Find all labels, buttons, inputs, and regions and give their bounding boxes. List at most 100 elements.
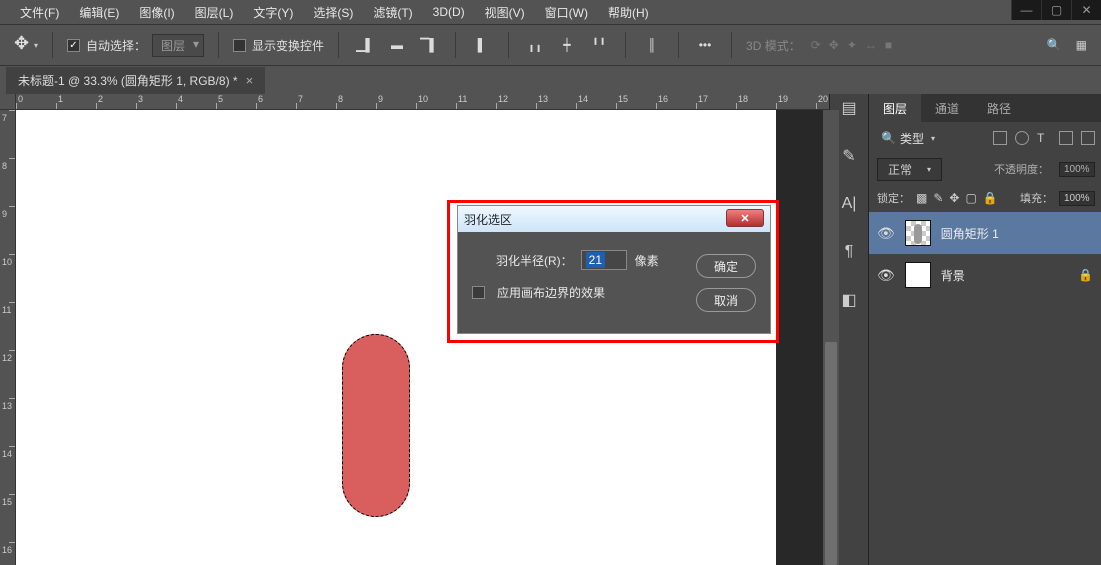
menu-3d[interactable]: 3D(D) [423, 1, 475, 23]
align-vcenter-icon[interactable]: ▬ [385, 33, 409, 57]
menu-file[interactable]: 文件(F) [10, 0, 69, 25]
selection-marquee [342, 334, 410, 517]
layer-row[interactable]: 👁 圆角矩形 1 [869, 212, 1101, 254]
distribute-top-icon[interactable]: ╻╻ [523, 33, 547, 57]
window-controls: — ▢ ✕ [1011, 0, 1101, 20]
lock-artboard-icon[interactable]: ▢ [965, 191, 976, 205]
3d-panel-icon[interactable]: ◧ [837, 290, 861, 310]
document-tab-title: 未标题-1 @ 33.3% (圆角矩形 1, RGB/8) * [18, 72, 238, 89]
layer-thumbnail[interactable] [905, 220, 931, 246]
menu-edit[interactable]: 编辑(E) [69, 0, 129, 25]
visibility-icon[interactable]: 👁 [877, 267, 895, 284]
ok-button[interactable]: 确定 [696, 254, 756, 278]
blend-row: 正常 ▾ 不透明度： 100% [869, 154, 1101, 184]
ruler-vertical: 78910111213141516 [0, 110, 16, 565]
history-panel-icon[interactable]: ▤ [837, 98, 861, 118]
3d-orbit-icon[interactable]: ⟳ [811, 38, 821, 52]
menu-image[interactable]: 图像(I) [129, 0, 184, 25]
lock-move-icon[interactable]: ✥ [949, 191, 959, 205]
blend-mode-dropdown[interactable]: 正常 ▾ [877, 158, 942, 181]
auto-select-label: 自动选择： [86, 37, 146, 54]
radius-label: 羽化半径(R)： [496, 252, 573, 269]
apply-canvas-effect-checkbox[interactable] [472, 286, 485, 299]
menu-filter[interactable]: 滤镜(T) [363, 0, 422, 25]
show-transform-checkbox[interactable] [233, 39, 246, 52]
align-group-1: ▁▌ ▬ ▔▌ [353, 33, 441, 57]
filter-adjust-icon[interactable] [1015, 131, 1029, 145]
close-window-button[interactable]: ✕ [1071, 0, 1101, 20]
document-tab[interactable]: 未标题-1 @ 33.3% (圆角矩形 1, RGB/8) * × [6, 67, 265, 94]
opacity-value[interactable]: 100% [1059, 162, 1093, 177]
lock-brush-icon[interactable]: ✎ [933, 191, 943, 205]
maximize-button[interactable]: ▢ [1041, 0, 1071, 20]
ruler-horizontal: 0123456789101112131415161718192021 [16, 94, 829, 110]
cancel-button[interactable]: 取消 [696, 288, 756, 312]
fill-value[interactable]: 100% [1059, 191, 1093, 206]
filter-type-icon[interactable]: T [1037, 131, 1051, 145]
mode3d-label: 3D 模式： [746, 37, 801, 54]
align-bottom-icon[interactable]: ▔▌ [417, 33, 441, 57]
radius-input[interactable]: 21 [581, 250, 627, 270]
menu-type[interactable]: 文字(Y) [243, 0, 303, 25]
filter-shape-icon[interactable] [1059, 131, 1073, 145]
visibility-icon[interactable]: 👁 [877, 225, 895, 242]
char-panel-icon[interactable]: A| [837, 194, 861, 214]
distribute-vcenter-icon[interactable]: ┿ [555, 33, 579, 57]
tab-paths[interactable]: 路径 [973, 94, 1025, 122]
show-transform-group: 显示变换控件 [233, 37, 324, 54]
move-tool-icon[interactable]: ▾ [14, 33, 38, 57]
dialog-title: 羽化选区 [464, 211, 512, 228]
menu-select[interactable]: 选择(S) [303, 0, 363, 25]
lock-row: 锁定： ▩ ✎ ✥ ▢ 🔒 填充： 100% [869, 184, 1101, 212]
auto-select-target-dropdown[interactable]: 图层 [152, 34, 204, 57]
lock-icon: 🔒 [1078, 268, 1093, 282]
auto-select-group: 自动选择： 图层 [67, 34, 204, 57]
dialog-titlebar[interactable]: 羽化选区 ✕ [458, 206, 770, 232]
panel-tabs: 图层 通道 路径 [869, 94, 1101, 122]
layer-name: 圆角矩形 1 [941, 225, 999, 242]
layer-filter-type[interactable]: 🔍 类型 ▾ [875, 128, 941, 149]
workspace-icon[interactable]: ▦ [1076, 38, 1087, 52]
vertical-scrollbar[interactable] [823, 110, 839, 565]
chevron-down-icon: ▾ [927, 165, 931, 174]
align-left-icon[interactable]: ▌ [470, 33, 494, 57]
scrollbar-thumb[interactable] [825, 342, 837, 565]
menu-window[interactable]: 窗口(W) [535, 0, 598, 25]
dialog-close-button[interactable]: ✕ [726, 209, 764, 227]
filter-pixel-icon[interactable] [993, 131, 1007, 145]
layer-row[interactable]: 👁 背景 🔒 [869, 254, 1101, 296]
tab-channels[interactable]: 通道 [921, 94, 973, 122]
3d-pan-icon[interactable]: ✥ [829, 38, 839, 52]
distribute-bottom-icon[interactable]: ╹╹ [587, 33, 611, 57]
ruler-corner [0, 94, 16, 110]
layer-thumbnail[interactable] [905, 262, 931, 288]
tab-layers[interactable]: 图层 [869, 94, 921, 122]
apply-canvas-effect-label: 应用画布边界的效果 [497, 284, 605, 301]
menu-help[interactable]: 帮助(H) [598, 0, 659, 25]
distribute-horiz-icon[interactable]: ║ [640, 33, 664, 57]
brush-panel-icon[interactable]: ✎ [837, 146, 861, 166]
layer-name: 背景 [941, 267, 965, 284]
menu-layer[interactable]: 图层(L) [185, 0, 244, 25]
align-top-icon[interactable]: ▁▌ [353, 33, 377, 57]
blend-mode-value: 正常 [888, 161, 912, 178]
document-tabs: 未标题-1 @ 33.3% (圆角矩形 1, RGB/8) * × [0, 66, 1101, 94]
3d-slide-icon[interactable]: ↔ [865, 38, 877, 52]
filter-smart-icon[interactable] [1081, 131, 1095, 145]
3d-dolly-icon[interactable]: ✦ [847, 38, 857, 52]
fill-label: 填充： [1020, 190, 1053, 206]
lock-pixels-icon[interactable]: ▩ [916, 191, 927, 205]
search-icon[interactable]: 🔍 [1047, 38, 1062, 52]
auto-select-checkbox[interactable] [67, 39, 80, 52]
3d-camera-icon[interactable]: ■ [885, 38, 892, 52]
minimize-button[interactable]: — [1011, 0, 1041, 20]
menu-bar: 文件(F) 编辑(E) 图像(I) 图层(L) 文字(Y) 选择(S) 滤镜(T… [0, 0, 1101, 24]
paragraph-panel-icon[interactable]: ¶ [837, 242, 861, 262]
chevron-down-icon: ▾ [931, 134, 935, 143]
lock-all-icon[interactable]: 🔒 [983, 191, 998, 205]
close-tab-icon[interactable]: × [246, 73, 254, 88]
radius-value: 21 [586, 252, 605, 268]
menu-view[interactable]: 视图(V) [475, 0, 535, 25]
more-icon[interactable]: ••• [693, 33, 717, 57]
right-panels: 图层 通道 路径 🔍 类型 ▾ T 正常 ▾ 不透明度： [869, 94, 1101, 565]
